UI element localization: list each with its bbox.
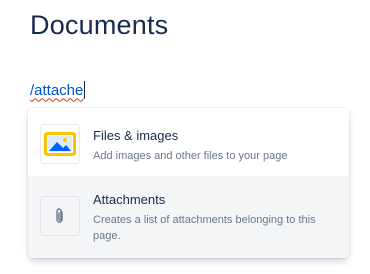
menu-item-text: Attachments Creates a list of attachment… <box>93 191 337 244</box>
menu-item-title: Attachments <box>93 192 166 207</box>
menu-item-attachments[interactable]: Attachments Creates a list of attachment… <box>28 176 349 258</box>
editor-page: Documents /attache Files & images Add im… <box>0 0 370 274</box>
text-caret <box>84 81 86 99</box>
menu-item-files-images[interactable]: Files & images Add images and other file… <box>28 108 349 176</box>
menu-item-icon-box <box>40 124 80 164</box>
slash-command-input[interactable]: /attache <box>30 82 83 99</box>
menu-item-description: Creates a list of attachments belonging … <box>93 214 316 242</box>
menu-item-title: Files & images <box>93 128 179 143</box>
menu-item-description: Add images and other files to your page <box>93 150 288 162</box>
slash-command-menu: Files & images Add images and other file… <box>28 108 349 258</box>
editor-line[interactable]: /attache <box>30 81 86 99</box>
menu-item-icon-box <box>40 196 80 236</box>
paperclip-icon <box>56 208 63 223</box>
menu-item-text: Files & images Add images and other file… <box>93 127 337 164</box>
page-title[interactable]: Documents <box>30 10 168 41</box>
image-icon <box>44 132 76 156</box>
